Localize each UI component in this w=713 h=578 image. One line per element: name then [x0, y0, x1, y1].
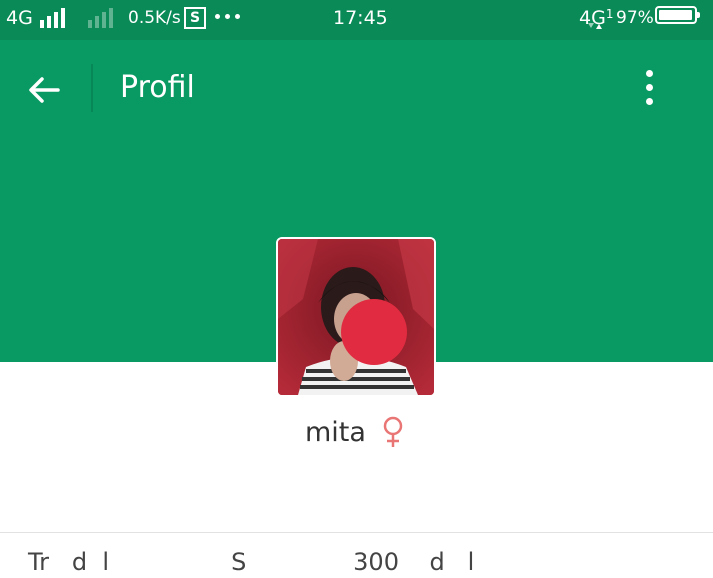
data-activity-icon [588, 23, 602, 29]
signal-strength-sim2-icon [88, 6, 113, 28]
more-notifications-icon [215, 14, 240, 19]
back-button[interactable] [22, 68, 66, 112]
avatar-image [278, 239, 434, 395]
battery-percentage: 97% [616, 8, 654, 28]
more-vertical-icon [646, 70, 653, 77]
info-row-partial: Tr d l S 300 d l [28, 548, 475, 576]
network-type-left: 4G [6, 7, 33, 29]
avatar[interactable] [276, 237, 436, 397]
user-name: mita [305, 417, 366, 448]
battery-icon [655, 6, 700, 24]
female-icon [383, 416, 403, 447]
face-cover-circle [341, 299, 407, 365]
toolbar-divider [91, 64, 93, 112]
network-speed: 0.5K/s [128, 8, 181, 28]
s-notification-icon: S [184, 7, 206, 29]
more-options-button[interactable] [634, 66, 664, 110]
battery-fill [659, 10, 692, 20]
signal-strength-icon [40, 6, 65, 28]
arrow-left-icon [29, 77, 60, 103]
clock: 17:45 [333, 7, 388, 29]
status-bar: 4G 0.5K/s S 17:45 4G1 97% [0, 0, 713, 40]
section-divider [0, 532, 713, 533]
page-title: Profil [120, 70, 195, 105]
